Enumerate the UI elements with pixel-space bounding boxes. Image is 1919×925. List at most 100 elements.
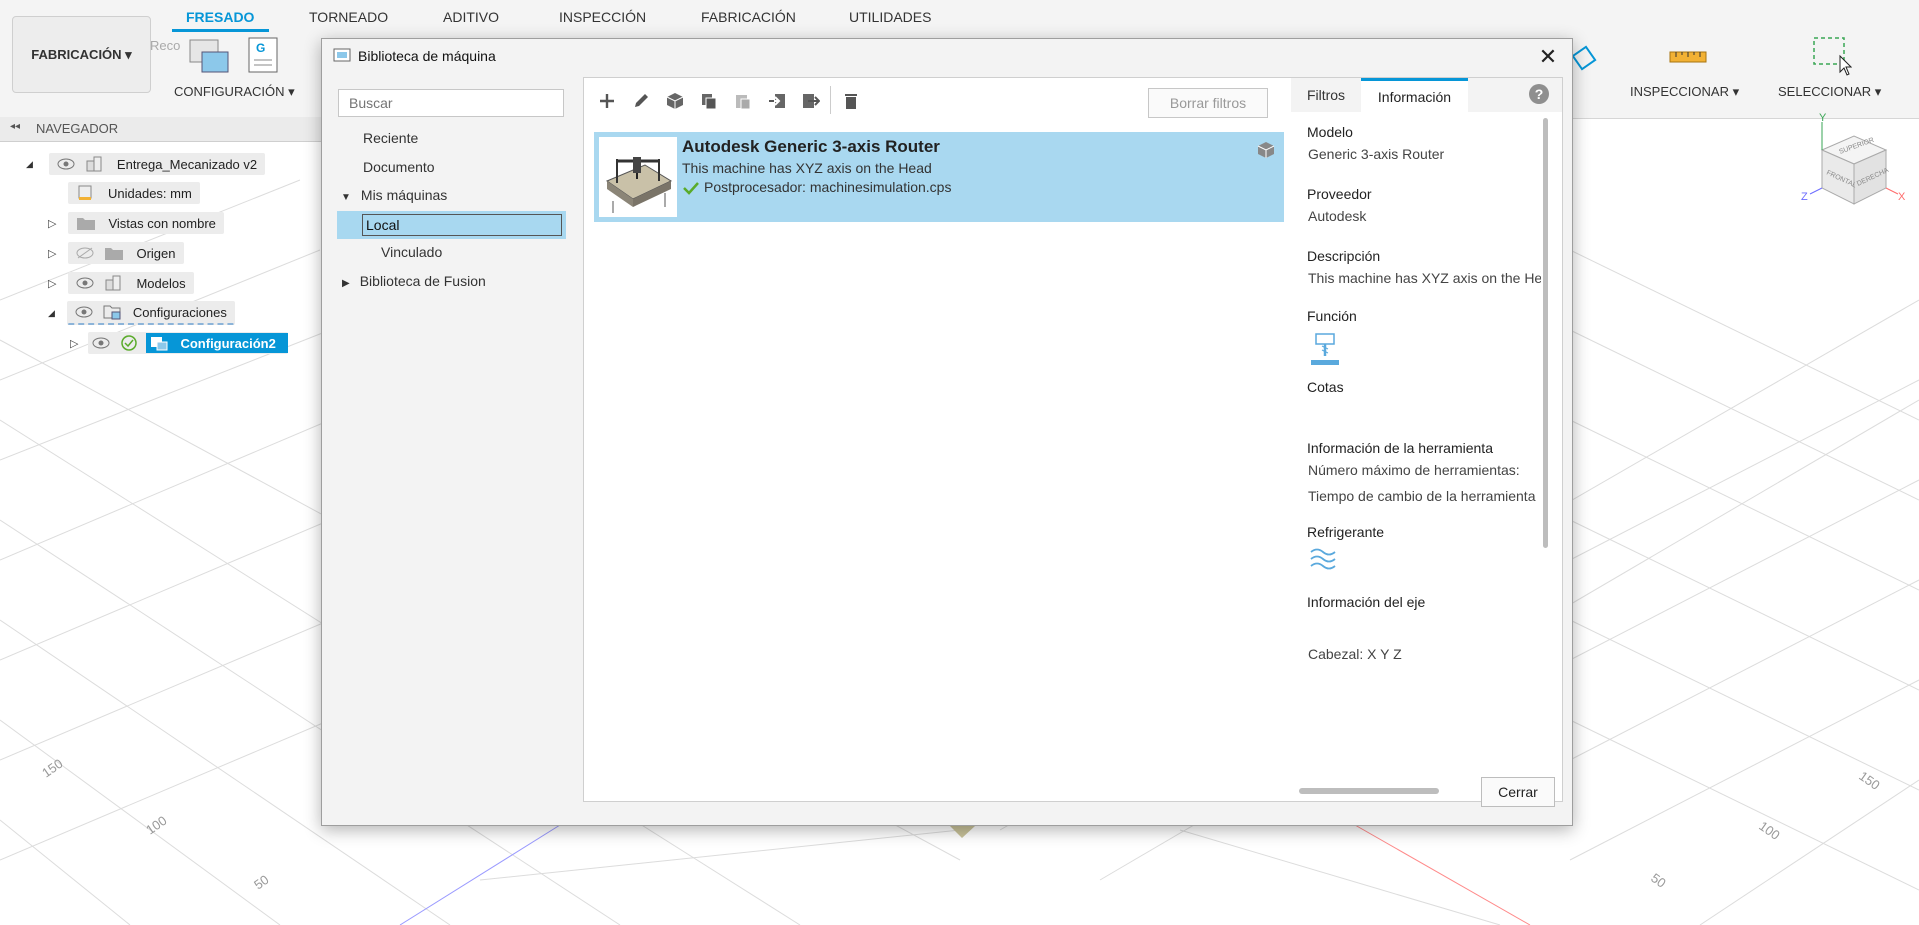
info-vendor-heading: Proveedor [1307, 186, 1372, 202]
group-configuracion[interactable]: CONFIGURACIÓN ▾ [174, 84, 295, 100]
grid-label-right-150: 150 [1856, 768, 1882, 793]
tree-item-units[interactable]: Unidades: mm [68, 181, 200, 205]
nav-fusion-library[interactable]: ▶ Biblioteca de Fusion [342, 273, 486, 289]
tab-filters[interactable]: Filtros [1291, 78, 1361, 112]
selected-setup[interactable]: Configuración2 [146, 333, 289, 353]
tree-item-models[interactable]: ▷ Modelos [48, 271, 194, 295]
nav-label: Biblioteca de Fusion [359, 273, 486, 289]
toolbar-divider [830, 86, 831, 114]
nav-local[interactable]: Local [362, 214, 562, 236]
tree-item-named-views[interactable]: ▷ Vistas con nombre [48, 211, 224, 235]
info-dimensions-heading: Cotas [1307, 379, 1344, 395]
tree-label: Entrega_Mecanizado v2 [116, 156, 258, 172]
collapsed-triangle-icon[interactable]: ▶ [342, 278, 350, 289]
grid-label-right-50: 50 [1648, 870, 1668, 891]
info-model-value: Generic 3-axis Router [1308, 146, 1445, 162]
tab-torneado[interactable]: TORNEADO [309, 9, 388, 25]
viewcube[interactable]: SUPERIOR FRONTAL DERECHA Y Z X [1800, 112, 1910, 222]
hidden-eye-icon[interactable] [76, 247, 94, 259]
close-icon[interactable]: ✕ [1536, 44, 1560, 69]
expanded-triangle-icon[interactable]: ◢ [26, 159, 33, 170]
info-function-heading: Función [1307, 308, 1357, 324]
grid-label-left-50: 50 [251, 872, 271, 893]
tab-utilidades[interactable]: UTILIDADES [849, 9, 931, 25]
visibility-eye-icon[interactable] [76, 277, 94, 289]
tree-item-setup2[interactable]: ▷ Configuración2 [70, 331, 289, 355]
local-machine-cube-icon [1257, 142, 1275, 158]
shape-icon[interactable] [1570, 36, 1598, 76]
visibility-eye-icon[interactable] [57, 158, 75, 170]
tab-inspeccion[interactable]: INSPECCIÓN [559, 9, 646, 25]
vertical-scrollbar[interactable] [1543, 118, 1548, 548]
tree-label: Vistas con nombre [108, 215, 216, 231]
tree-label: Configuración2 [180, 335, 276, 351]
info-panel: Filtros Información ? Modelo Generic 3-a… [1291, 77, 1563, 802]
workspace-label: FABRICACIÓN ▾ [31, 46, 132, 62]
machine-description: This machine has XYZ axis on the Head [682, 160, 932, 176]
tree-item-origin[interactable]: ▷ Origen [48, 241, 184, 265]
setup-icon [151, 337, 168, 351]
tab-fresado[interactable]: FRESADO [186, 9, 254, 25]
nc-program-icon[interactable]: G [247, 36, 281, 76]
import-icon[interactable] [766, 90, 788, 112]
info-tool-heading: Información de la herramienta [1307, 440, 1493, 456]
info-description-value: This machine has XYZ axis on the Head [1308, 270, 1541, 286]
expanded-triangle-icon[interactable]: ◢ [48, 308, 55, 319]
visibility-eye-icon[interactable] [75, 306, 93, 318]
axis-x-label: X [1898, 191, 1906, 203]
tree-item-document[interactable]: ◢ Entrega_Mecanizado v2 [26, 152, 266, 176]
copy-icon[interactable] [698, 90, 720, 112]
edit-icon[interactable] [630, 90, 652, 112]
tab-fabricacion[interactable]: FABRICACIÓN [701, 9, 796, 25]
machine-name: Autodesk Generic 3-axis Router [682, 137, 940, 156]
collapsed-triangle-icon[interactable]: ▷ [48, 217, 56, 230]
nav-document[interactable]: Documento [363, 159, 435, 175]
add-icon[interactable] [596, 90, 618, 112]
tab-aditivo[interactable]: ADITIVO [443, 9, 499, 25]
nav-linked[interactable]: Vinculado [381, 244, 442, 260]
check-circle-icon [121, 335, 138, 351]
machine-library-dialog: Biblioteca de máquina ✕ Reciente Documen… [321, 38, 1573, 826]
delete-icon[interactable] [840, 90, 862, 112]
horizontal-scrollbar[interactable] [1299, 788, 1439, 794]
paste-icon[interactable] [732, 90, 754, 112]
svg-text:G: G [256, 41, 265, 55]
component-icon [86, 156, 102, 172]
setup-icon[interactable] [188, 36, 232, 76]
window-select-icon[interactable] [1812, 36, 1853, 76]
visibility-eye-icon[interactable] [92, 337, 110, 349]
units-icon [78, 185, 92, 200]
collapsed-triangle-icon[interactable]: ▷ [48, 277, 56, 290]
setups-folder-icon [103, 305, 121, 320]
collapsed-triangle-icon[interactable]: ▷ [48, 247, 56, 260]
tree-item-setups[interactable]: ◢ Configuraciones [48, 301, 235, 325]
workspace-switcher-button[interactable]: FABRICACIÓN ▾ [12, 16, 151, 93]
folder-icon [105, 248, 124, 260]
nav-my-machines[interactable]: ▼ Mis máquinas [341, 187, 447, 203]
tree-label: Modelos [136, 275, 186, 291]
active-tab-indicator [172, 29, 269, 32]
info-description-heading: Descripción [1307, 248, 1381, 264]
group-seleccionar[interactable]: SELECCIONAR ▾ [1778, 84, 1881, 100]
close-button[interactable]: Cerrar [1481, 777, 1555, 807]
search-input[interactable] [338, 89, 564, 117]
info-max-tools: Número máximo de herramientas: [1308, 462, 1520, 478]
clear-filters-button[interactable]: Borrar filtros [1148, 88, 1268, 118]
browser-title: NAVEGADOR [36, 121, 119, 136]
tab-information[interactable]: Información [1361, 78, 1468, 112]
machine-library-icon [333, 48, 351, 62]
machine-list-item[interactable]: Autodesk Generic 3-axis Router This mach… [594, 132, 1284, 222]
machine-postprocessor: Postprocesador: machinesimulation.cps [704, 179, 952, 195]
collapse-icon[interactable]: ◂◂ [10, 121, 20, 132]
component-icon [105, 275, 121, 291]
nav-recent[interactable]: Reciente [363, 130, 418, 146]
export-icon[interactable] [800, 90, 822, 112]
partial-hidden-text: Reco [150, 38, 181, 53]
group-inspeccionar[interactable]: INSPECCIONAR ▾ [1630, 84, 1739, 100]
measure-icon[interactable] [1668, 44, 1708, 68]
machine-cube-icon[interactable] [664, 90, 686, 112]
collapsed-triangle-icon[interactable]: ▷ [70, 337, 78, 350]
expanded-triangle-icon[interactable]: ▼ [341, 192, 351, 203]
help-icon[interactable]: ? [1529, 84, 1549, 104]
folder-icon [77, 218, 96, 230]
